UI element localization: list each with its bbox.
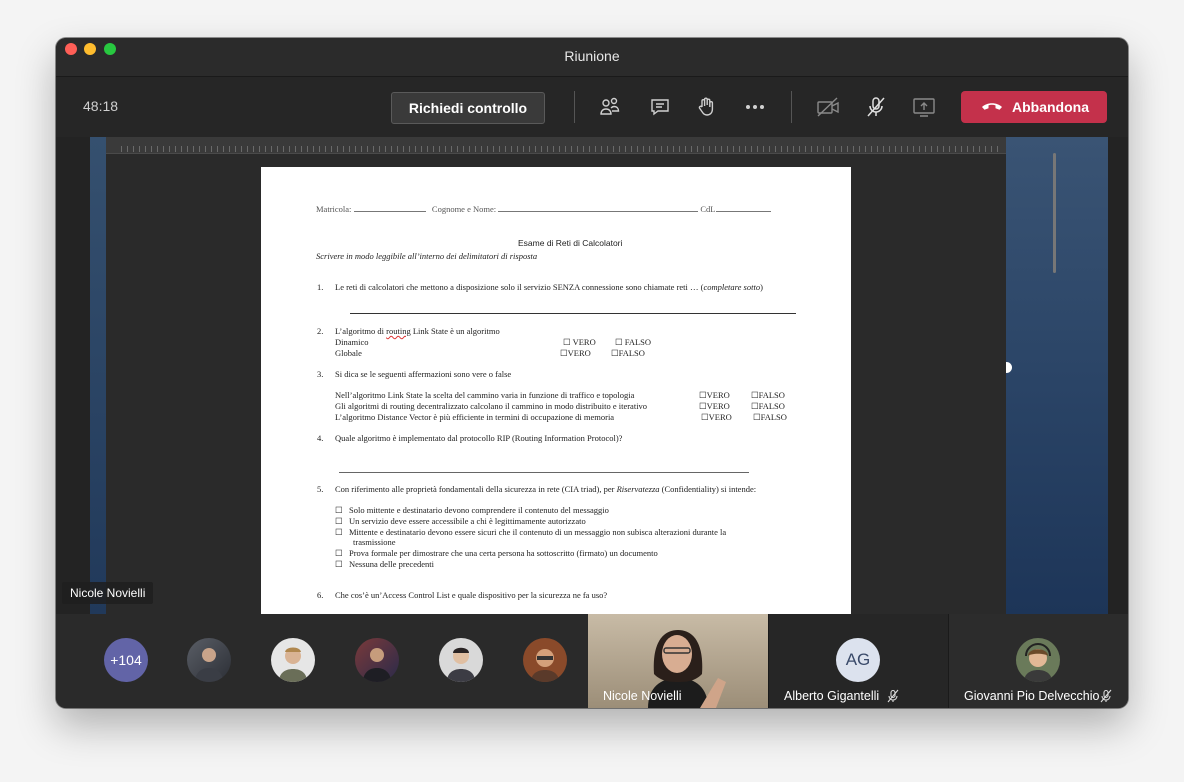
hang-up-icon (981, 99, 1003, 118)
answer-checkbox[interactable]: ☐VERO (699, 390, 730, 401)
participant-video-tile[interactable]: Nicole Novielli (588, 614, 768, 708)
answer-checkbox[interactable]: ☐FALSO (751, 401, 785, 412)
desktop-background (90, 137, 106, 614)
answer-row-label: Dinamico (335, 337, 369, 347)
leave-meeting-button[interactable]: Abbandona (961, 91, 1107, 123)
mic-off-icon (1100, 689, 1112, 703)
question-number: 4. (317, 433, 324, 443)
answer-option[interactable]: ☐ Solo mittente e destinatario devono co… (335, 505, 609, 516)
answer-checkbox[interactable]: ☐VERO (701, 412, 732, 423)
document-title: Esame di Reti di Calcolatori (518, 238, 623, 248)
participant-name: Giovanni Pio Delvecchio (964, 689, 1100, 703)
question-number: 6. (317, 590, 324, 600)
answer-checkbox[interactable]: ☐FALSO (753, 412, 787, 423)
meeting-timer: 48:18 (83, 98, 119, 114)
mic-off-icon (887, 689, 899, 703)
answer-row-label: Globale (335, 348, 362, 358)
mic-off-icon[interactable] (863, 94, 889, 120)
document-instructions: Scrivere in modo leggibile all’interno d… (316, 251, 538, 261)
answer-row-label: L’algoritmo Distance Vector è più effici… (335, 412, 615, 422)
request-control-button[interactable]: Richiedi controllo (391, 92, 545, 124)
raise-hand-icon[interactable] (693, 94, 719, 120)
avatar[interactable] (523, 638, 567, 682)
participant-name: Nicole Novielli (603, 689, 682, 703)
avatar[interactable] (355, 638, 399, 682)
answer-checkbox[interactable]: ☐ VERO (563, 337, 596, 348)
avatar[interactable] (187, 638, 231, 682)
document-scrollbar[interactable] (1053, 153, 1056, 273)
toolbar-divider (791, 91, 792, 123)
question-text: Che cos’è un’Access Control List e quale… (335, 590, 608, 600)
meeting-toolbar: 48:18 Richiedi controllo Abbandona (56, 76, 1128, 137)
avatar (1016, 638, 1060, 682)
question-text: Con riferimento alle proprietà fondament… (335, 484, 757, 494)
shared-screen: Matricola: Cognome e Nome: CdL Esame di … (56, 137, 1128, 614)
more-options-icon[interactable] (742, 94, 768, 120)
avatar[interactable] (271, 638, 315, 682)
camera-off-icon[interactable] (815, 94, 841, 120)
participant-tile[interactable]: Giovanni Pio Delvecchio (948, 614, 1128, 708)
answer-checkbox[interactable]: ☐ FALSO (615, 337, 651, 348)
document-header: Matricola: Cognome e Nome: CdL (316, 203, 771, 215)
participant-name: Alberto Gigantelli (784, 689, 880, 703)
desktop-background (1006, 137, 1108, 614)
participants-icon[interactable] (597, 94, 623, 120)
participant-tile[interactable]: AG Alberto Gigantelli (768, 614, 949, 708)
avatar[interactable] (439, 638, 483, 682)
answer-checkbox[interactable]: ☐VERO (560, 348, 591, 359)
answer-option[interactable]: ☐ Nessuna delle precedenti (335, 559, 434, 570)
answer-option[interactable]: ☐ Mittente e destinatario devono essere … (335, 527, 726, 538)
more-participants-button[interactable]: +104 (104, 638, 148, 682)
leave-label: Abbandona (1012, 99, 1089, 115)
question-number: 5. (317, 484, 324, 494)
answer-row-label: Nell’algoritmo Link State la scelta del … (335, 390, 635, 400)
meeting-window: Riunione 48:18 Richiedi controllo Abband… (56, 38, 1128, 708)
answer-option[interactable]: ☐ Prova formale per dimostrare che una c… (335, 548, 658, 559)
question-text: Si dica se le seguenti affermazioni sono… (335, 369, 512, 379)
answer-row-label: Gli algoritmi di routing decentralizzato… (335, 401, 648, 411)
answer-checkbox[interactable]: ☐VERO (699, 401, 730, 412)
answer-checkbox[interactable]: ☐FALSO (611, 348, 645, 359)
question-text: Le reti di calcolatori che mettono a dis… (335, 282, 763, 292)
share-screen-icon[interactable] (911, 94, 937, 120)
toolbar-divider (574, 91, 575, 123)
participants-strip: +104 Nicole Novielli AG Alberto Gigantel… (56, 614, 1128, 708)
answer-option-continuation: trasmissione (353, 537, 396, 547)
question-number: 2. (317, 326, 324, 336)
chat-icon[interactable] (647, 94, 673, 120)
document-editor: Matricola: Cognome e Nome: CdL Esame di … (106, 137, 1056, 614)
window-title: Riunione (564, 48, 620, 64)
question-number: 3. (317, 369, 324, 379)
ruler (106, 137, 1006, 154)
question-text: Quale algoritmo è implementato dal proto… (335, 433, 623, 443)
presenter-name-tag: Nicole Novielli (62, 582, 154, 604)
exam-document: Matricola: Cognome e Nome: CdL Esame di … (261, 167, 851, 614)
question-number: 1. (317, 282, 324, 292)
question-text: L’algoritmo di routing Link State è un a… (335, 326, 500, 336)
answer-option[interactable]: ☐ Un servizio deve essere accessibile a … (335, 516, 586, 527)
avatar-initials: AG (836, 638, 880, 682)
answer-checkbox[interactable]: ☐FALSO (751, 390, 785, 401)
title-bar: Riunione (56, 38, 1128, 76)
